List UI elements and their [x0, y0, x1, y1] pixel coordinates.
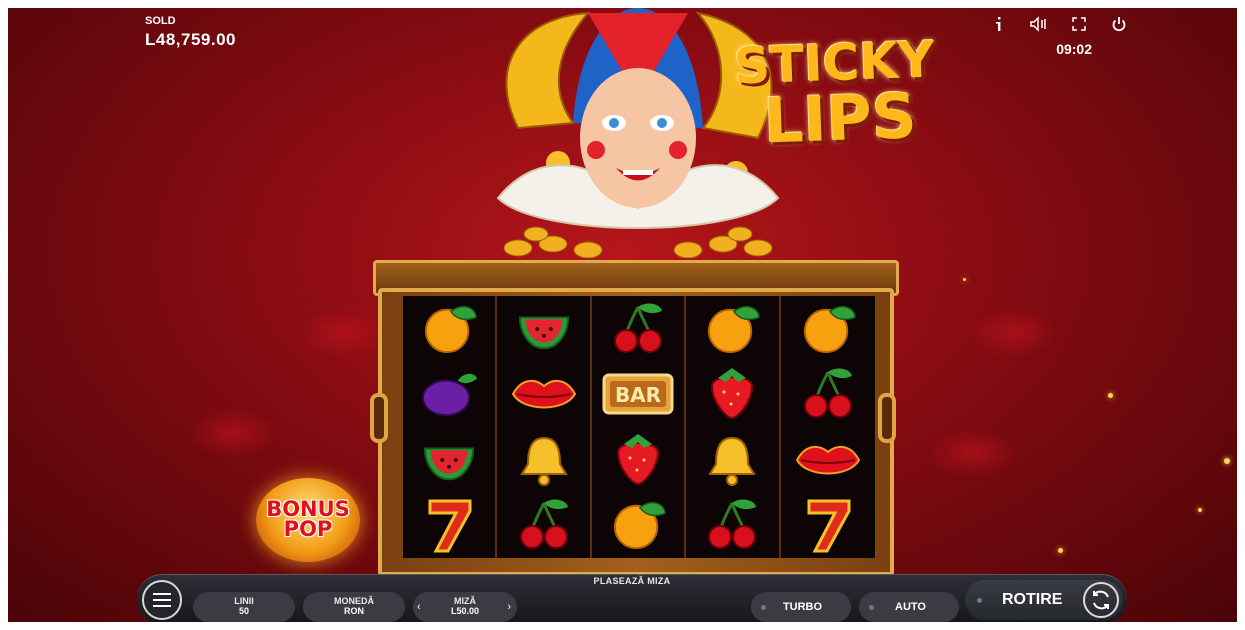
badge-line-2: POP [283, 517, 333, 541]
fullscreen-icon[interactable] [1069, 14, 1089, 34]
clock: 09:02 [1056, 41, 1092, 57]
balance-label: SOLD [145, 15, 176, 27]
reel-5 [781, 296, 875, 558]
cherry-symbol [686, 493, 778, 559]
cherry-symbol [497, 493, 589, 559]
bet-selector: ‹ MIZĂ L50.00 › [413, 592, 517, 622]
sound-icon[interactable] [1029, 14, 1049, 34]
lips-symbol [781, 427, 875, 493]
background-lips-decoration [298, 308, 388, 358]
bet-value: L50.00 [450, 606, 480, 616]
chest-handle-right [878, 393, 896, 443]
game-title: STICKY LIPS [733, 31, 937, 158]
watermelon-symbol [497, 296, 589, 362]
bet-increase-button[interactable]: › [507, 601, 511, 613]
reel-2 [497, 296, 592, 559]
strawberry-symbol [686, 362, 778, 428]
sparkle [1058, 548, 1063, 553]
seven-symbol [403, 493, 495, 559]
lines-selector[interactable]: LINII 50 [193, 592, 295, 622]
bar-symbol-text: BAR [615, 383, 661, 407]
spin-label: ROTIRE [1002, 591, 1063, 608]
bet-decrease-button[interactable]: ‹ [417, 601, 421, 613]
sparkle [1198, 508, 1202, 512]
reel-grid: BAR [403, 296, 875, 558]
currency-selector[interactable]: MONEDĂ RON [303, 592, 405, 622]
bonus-pop-badge: BONUS POP [256, 478, 360, 562]
strawberry-symbol [592, 427, 684, 493]
currency-value: RON [344, 606, 364, 616]
title-line-2: LIPS [762, 79, 918, 158]
cherry-symbol [781, 362, 875, 428]
game-screen: SOLD L48,759.00 09:02 STICKY LIPS BAR BO… [8, 8, 1237, 622]
sparkle [963, 278, 966, 281]
plum-symbol [403, 362, 495, 428]
orange-symbol [403, 296, 495, 362]
reel-1 [403, 296, 498, 559]
info-icon[interactable] [989, 14, 1009, 34]
power-icon[interactable] [1109, 14, 1129, 34]
background-lips-decoration [968, 308, 1058, 358]
chest-handle-left [370, 393, 388, 443]
reel-4 [686, 296, 781, 559]
background-lips-decoration [928, 428, 1018, 478]
turbo-button[interactable]: TURBO [751, 592, 851, 622]
spin-icon [1083, 582, 1119, 618]
spin-indicator [977, 597, 982, 603]
bell-symbol [497, 427, 589, 493]
menu-icon [153, 599, 171, 601]
menu-button[interactable] [142, 580, 182, 620]
balance-value: L48,759.00 [145, 30, 237, 49]
orange-symbol [592, 493, 684, 559]
sparkle [1224, 458, 1230, 464]
orange-symbol [781, 296, 875, 362]
orange-symbol [686, 296, 778, 362]
auto-button[interactable]: AUTO [859, 592, 959, 622]
sparkle [1108, 393, 1113, 398]
turbo-label: TURBO [782, 601, 823, 613]
bar-symbol: BAR [592, 362, 684, 428]
lips-symbol [497, 362, 589, 428]
cherry-symbol [592, 296, 684, 362]
hud-icons [989, 14, 1129, 34]
seven-symbol [781, 493, 875, 559]
control-bar: PLASEAZĂ MIZA LINII 50 MONEDĂ RON ‹ MIZĂ… [137, 574, 1127, 622]
lines-value: 50 [238, 606, 249, 616]
watermelon-symbol [403, 427, 495, 493]
auto-label: AUTO [895, 601, 926, 613]
spin-button[interactable]: ROTIRE [965, 580, 1123, 620]
bell-symbol [686, 427, 778, 493]
reel-3: BAR [592, 296, 687, 559]
background-lips-decoration [188, 408, 278, 458]
